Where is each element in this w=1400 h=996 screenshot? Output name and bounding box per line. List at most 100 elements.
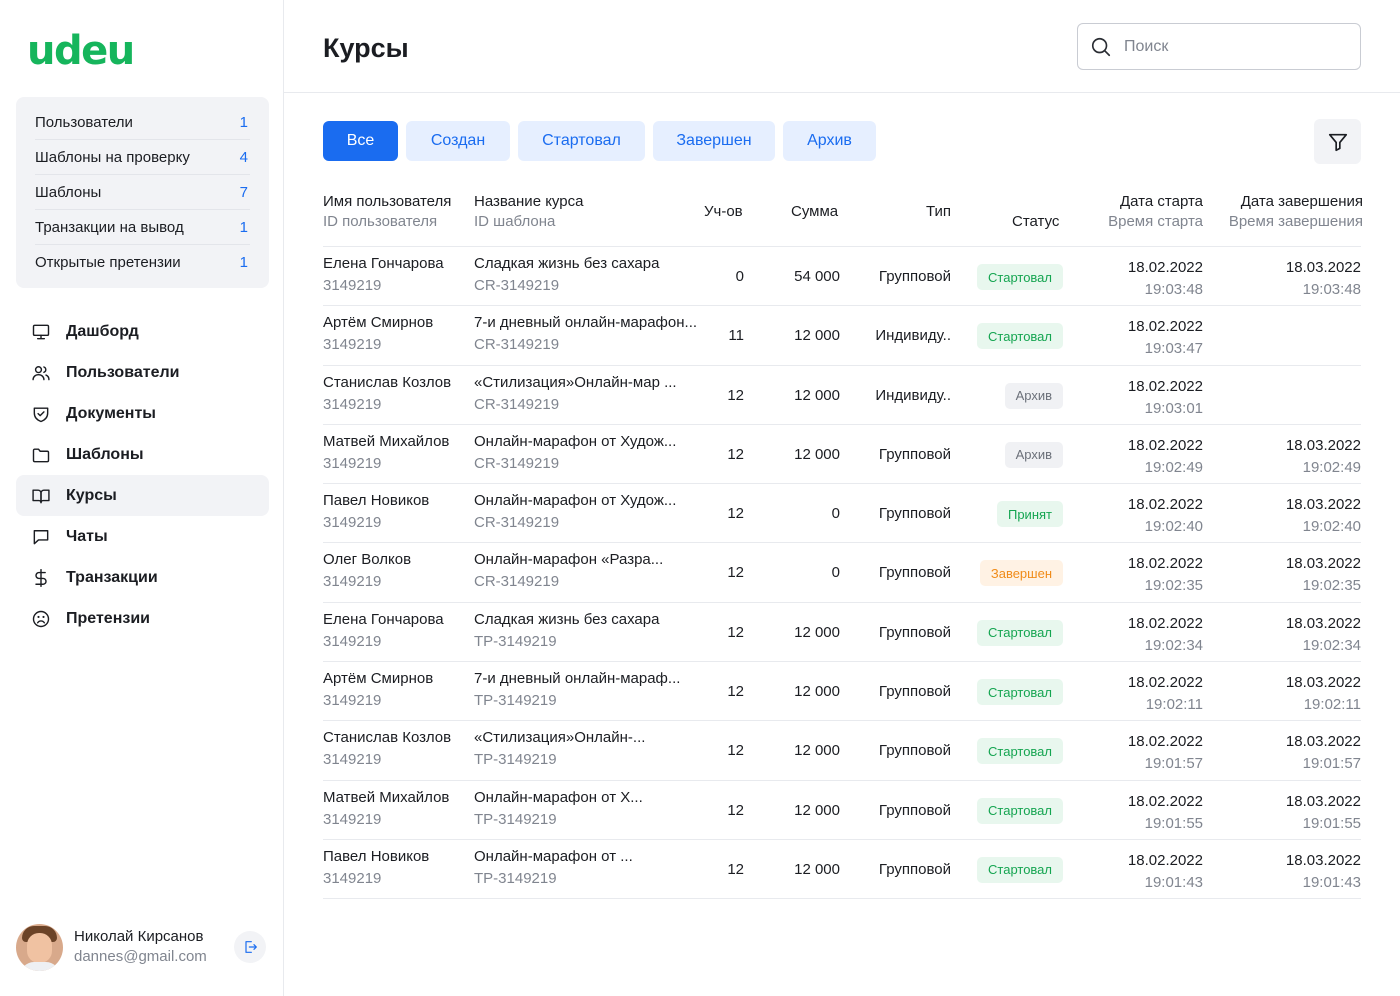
user-cell[interactable]: Павел Новиков 3149219 — [323, 846, 429, 890]
nav-item-chats[interactable]: Чаты — [16, 516, 269, 557]
participants-cell: 12 — [727, 801, 744, 819]
table-row[interactable]: Матвей Михайлов 3149219 Онлайн-марафон от … — [323, 781, 1361, 840]
user-id: 3149219 — [323, 810, 382, 828]
table-row[interactable]: Елена Гончарова 3149219 Сладкая жизнь без … — [323, 247, 1361, 307]
start-cell: 18.02.2022 19:01:43 — [1128, 850, 1203, 894]
sad-face-icon — [31, 609, 51, 629]
column-participants[interactable]: Уч-ов — [704, 202, 743, 222]
course-cell[interactable]: Сладкая жизнь без сахара TP-3149219 — [474, 609, 659, 653]
user-cell[interactable]: Артём Смирнов 3149219 — [323, 312, 433, 356]
start-time: 19:02:11 — [1145, 696, 1203, 714]
course-cell[interactable]: «Стилизация»Онлайн-мар ... CR-3149219 — [474, 372, 677, 416]
search-icon — [1091, 37, 1111, 56]
start-time: 19:01:43 — [1144, 873, 1203, 891]
quick-stat-users[interactable]: Пользователи 1 — [35, 105, 250, 140]
sum-cell: 0 — [831, 564, 840, 582]
end-cell: 18.03.2022 19:02:34 — [1286, 613, 1361, 657]
page-title: Курсы — [323, 33, 409, 63]
table-row[interactable]: Артём Смирнов 3149219 7-и дневный онлайн-м… — [323, 306, 1361, 366]
user-cell[interactable]: Матвей Михайлов 3149219 — [323, 787, 449, 831]
template-id: CR-3149219 — [474, 336, 560, 354]
course-cell[interactable]: 7-и дневный онлайн-мараф... TP-3149219 — [474, 668, 680, 712]
course-cell[interactable]: Онлайн-марафон «Разра... CR-3149219 — [474, 549, 663, 593]
brand-logo[interactable]: udeu — [27, 28, 135, 74]
nav-item-courses[interactable]: Курсы — [16, 475, 269, 516]
status-badge: Архив — [1004, 441, 1063, 468]
course-name: 7-и дневный онлайн-марафон... — [474, 314, 698, 332]
quick-stat-label: Транзакции на вывод — [35, 218, 184, 236]
column-sum[interactable]: Сумма — [791, 202, 838, 222]
table-row[interactable]: Артём Смирнов 3149219 7-и дневный онлайн-м… — [323, 662, 1361, 722]
user-cell[interactable]: Елена Гончарова 3149219 — [323, 609, 444, 653]
course-cell[interactable]: 7-и дневный онлайн-марафон... CR-3149219 — [474, 312, 697, 356]
search-box[interactable] — [1077, 23, 1361, 70]
nav-item-templates[interactable]: Шаблоны — [16, 434, 269, 475]
user-name: Николай Кирсанов — [74, 928, 204, 945]
course-cell[interactable]: Онлайн-марафон от Худож... CR-3149219 — [474, 431, 676, 475]
template-id: CR-3149219 — [474, 573, 560, 591]
column-status[interactable]: Статус — [1012, 212, 1059, 232]
course-name: Сладкая жизнь без сахара — [474, 610, 660, 628]
table-row[interactable]: Павел Новиков 3149219 Онлайн-марафон от ..… — [323, 840, 1361, 900]
quick-stat-claims[interactable]: Открытые претензии 1 — [35, 245, 250, 280]
table-row[interactable]: Олег Волков 3149219 Онлайн-марафон «Разра.… — [323, 543, 1361, 603]
start-time: 19:02:40 — [1144, 518, 1203, 536]
user-cell[interactable]: Павел Новиков 3149219 — [323, 490, 429, 534]
nav-item-claims[interactable]: Претензии — [16, 598, 269, 639]
user-cell[interactable]: Артём Смирнов 3149219 — [323, 668, 433, 712]
course-cell[interactable]: «Стилизация»Онлайн-... TP-3149219 — [474, 727, 645, 771]
course-cell[interactable]: Онлайн-марафон от Х... TP-3149219 — [474, 787, 643, 831]
participants-cell: 12 — [727, 623, 744, 641]
start-cell: 18.02.2022 19:02:11 — [1128, 672, 1203, 716]
quick-stat-templates-review[interactable]: Шаблоны на проверку 4 — [35, 140, 250, 175]
search-input[interactable] — [1124, 37, 1344, 56]
start-cell: 18.02.2022 19:02:40 — [1128, 494, 1203, 538]
column-type[interactable]: Тип — [926, 202, 951, 222]
user-cell[interactable]: Матвей Михайлов 3149219 — [323, 431, 449, 475]
column-course[interactable]: Название курса ID шаблона — [474, 192, 583, 232]
end-cell: 18.03.2022 19:03:48 — [1286, 257, 1361, 301]
user-cell[interactable]: Станислав Козлов 3149219 — [323, 372, 451, 416]
nav-label: Дашборд — [66, 322, 139, 340]
course-cell[interactable]: Онлайн-марафон от Худож... CR-3149219 — [474, 490, 676, 534]
end-cell: 18.03.2022 19:02:40 — [1286, 494, 1361, 538]
users-icon — [31, 363, 51, 383]
avatar[interactable] — [16, 923, 63, 971]
tab-created[interactable]: Создан — [406, 121, 510, 161]
start-date: 18.02.2022 — [1127, 436, 1203, 454]
status-badge: Стартовал — [977, 797, 1063, 824]
table-row[interactable]: Павел Новиков 3149219 Онлайн-марафон от Ху… — [323, 484, 1361, 544]
tab-all[interactable]: Все — [323, 121, 398, 161]
nav-item-documents[interactable]: Документы — [16, 393, 269, 434]
tab-started[interactable]: Стартовал — [518, 121, 645, 161]
column-start[interactable]: Дата старта Время старта — [1108, 192, 1203, 232]
table-row[interactable]: Станислав Козлов 3149219 «Стилизация»Онлай… — [323, 721, 1361, 781]
user-cell[interactable]: Олег Волков 3149219 — [323, 549, 411, 593]
type-cell: Групповой — [878, 564, 951, 582]
filter-button[interactable] — [1314, 119, 1361, 164]
nav-item-users[interactable]: Пользователи — [16, 352, 269, 393]
table-row[interactable]: Елена Гончарова 3149219 Сладкая жизнь без … — [323, 603, 1361, 663]
course-cell[interactable]: Онлайн-марафон от ... TP-3149219 — [474, 846, 633, 890]
logout-button[interactable] — [234, 931, 266, 963]
table-row[interactable]: Матвей Михайлов 3149219 Онлайн-марафон от … — [323, 425, 1361, 485]
end-date: 18.03.2022 — [1285, 733, 1361, 751]
table-row[interactable]: Станислав Козлов 3149219 «Стилизация»Онлай… — [323, 366, 1361, 425]
course-cell[interactable]: Сладкая жизнь без сахара CR-3149219 — [474, 253, 659, 297]
nav-item-dashboard[interactable]: Дашборд — [16, 311, 269, 352]
course-name: 7-и дневный онлайн-мараф... — [474, 670, 681, 688]
column-user[interactable]: Имя пользователя ID пользователя — [323, 192, 451, 232]
quick-stat-withdrawals[interactable]: Транзакции на вывод 1 — [35, 210, 250, 245]
user-profile: Николай Кирсанов dannes@gmail.com — [16, 922, 269, 972]
user-cell[interactable]: Станислав Козлов 3149219 — [323, 727, 451, 771]
quick-stat-templates[interactable]: Шаблоны 7 — [35, 175, 250, 210]
end-cell: 18.03.2022 19:02:35 — [1286, 553, 1361, 597]
tab-archive[interactable]: Архив — [783, 121, 876, 161]
user-cell[interactable]: Елена Гончарова 3149219 — [323, 253, 444, 297]
user-email: dannes@gmail.com — [74, 948, 207, 965]
tab-finished[interactable]: Завершен — [653, 121, 775, 161]
nav-item-transactions[interactable]: Транзакции — [16, 557, 269, 598]
end-cell: 18.03.2022 19:02:11 — [1286, 672, 1361, 716]
column-end[interactable]: Дата завершения Время завершения — [1229, 192, 1363, 232]
sum-cell: 12 000 — [794, 327, 840, 345]
